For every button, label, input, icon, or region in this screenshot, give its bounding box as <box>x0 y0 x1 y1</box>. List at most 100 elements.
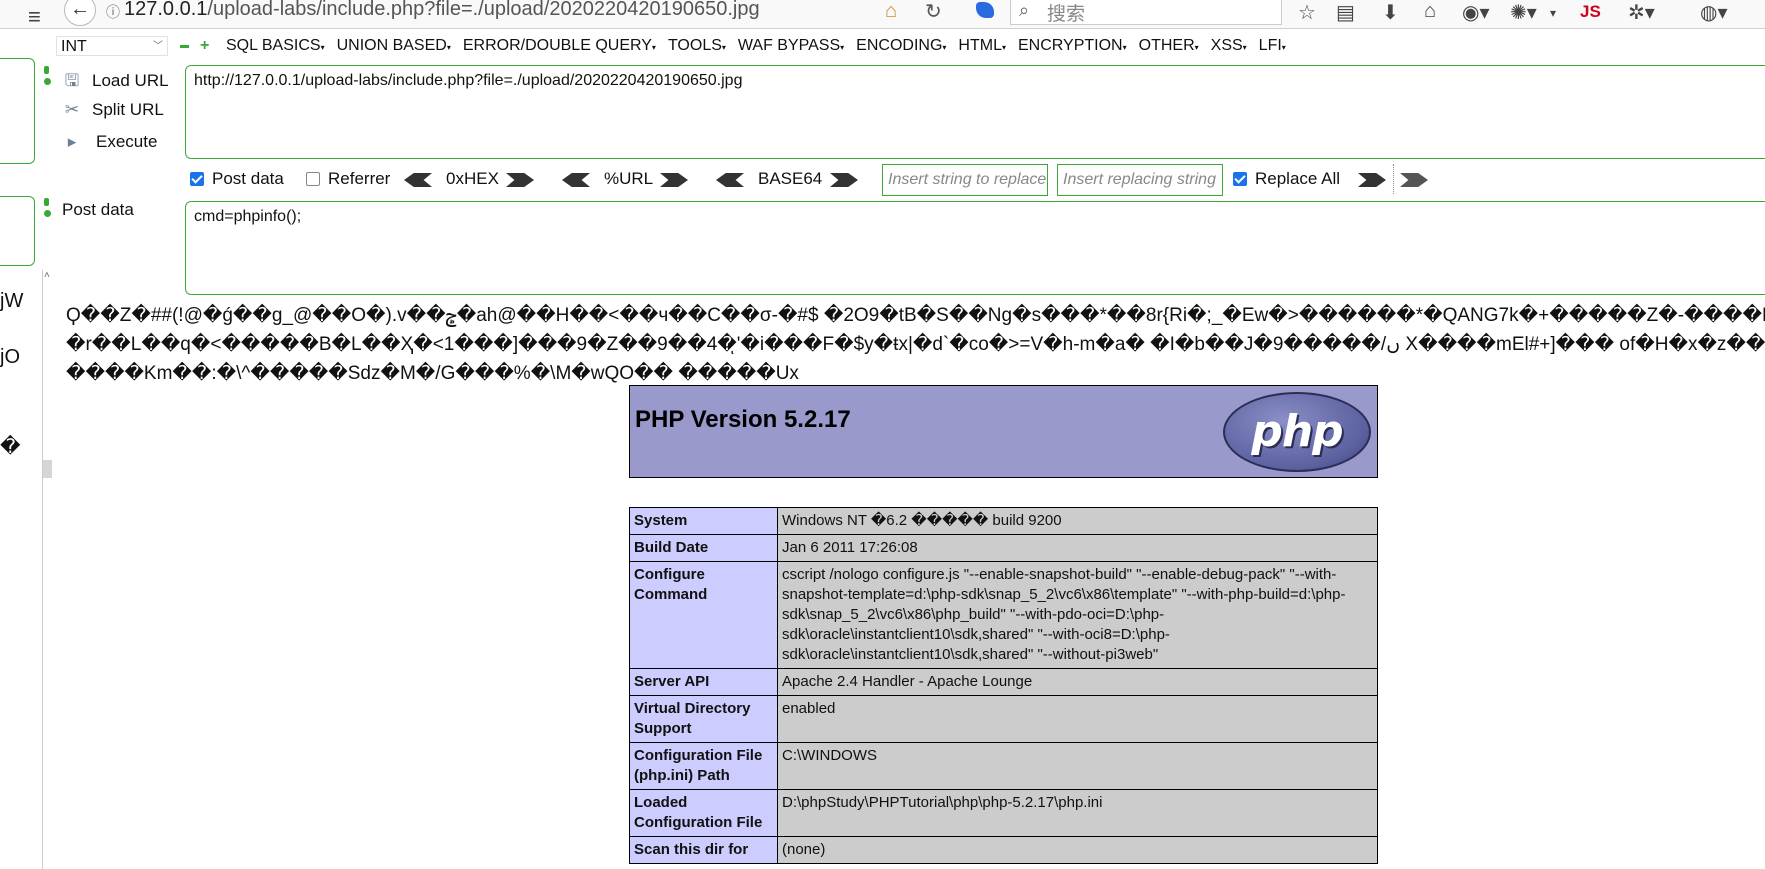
bug-icon[interactable]: ✲▾ <box>1628 0 1655 25</box>
row-key: Loaded Configuration File <box>629 789 778 837</box>
post-grip[interactable] <box>44 198 52 221</box>
chevron-down-icon: ▾ <box>320 43 325 52</box>
addon-icon[interactable]: ◉▾ <box>1462 0 1490 25</box>
replace-all-label: Replace All <box>1255 169 1341 188</box>
split-url-button[interactable]: ✂ Split URL <box>62 100 164 120</box>
phpinfo-header: PHP Version 5.2.17 php <box>629 385 1378 478</box>
row-key: Configure Command <box>629 561 778 669</box>
search-icon: ⌕ <box>1019 0 1030 20</box>
scroll-up-icon[interactable]: ˄ <box>44 270 50 281</box>
hex-encode-arrow-icon[interactable] <box>506 173 534 187</box>
table-row: System Windows NT �6.2 ����� build 9200 <box>629 507 1378 535</box>
row-key: Configuration File (php.ini) Path <box>629 742 778 790</box>
insert-string-input[interactable]: Insert string to replace <box>882 164 1048 196</box>
hackbar-menu-item[interactable]: SQL BASICS▾ <box>226 37 325 55</box>
hackbar-menu-item[interactable]: XSS▾ <box>1211 37 1247 55</box>
load-url-label: Load URL <box>92 71 169 90</box>
hackbar-menu-item[interactable]: LFI▾ <box>1259 37 1286 55</box>
row-key: Scan this dir for <box>629 836 778 864</box>
split-url-label: Split URL <box>92 100 164 119</box>
base64-label: BASE64 <box>758 169 823 188</box>
side-text: јW <box>0 290 24 312</box>
hackbar-menu-item[interactable]: UNION BASED▾ <box>337 37 451 55</box>
scrollbar-thumb[interactable] <box>43 460 52 478</box>
hackbar-menu-item[interactable]: ENCODING▾ <box>856 37 946 55</box>
hex-label: 0xHEX <box>446 169 499 188</box>
referrer-label: Referrer <box>328 169 391 188</box>
base64-encode-arrow-icon[interactable] <box>830 173 858 187</box>
binary-output-line: ����Km��:�\^�����Sdz�M�/G���%�\M�wQO�� �… <box>66 363 799 384</box>
star-icon[interactable]: ☆ <box>1298 0 1316 25</box>
chevron-down-icon: ﹀ <box>153 41 163 52</box>
hex-decode-arrow-icon[interactable] <box>404 173 432 187</box>
menu-icon[interactable]: ≡ <box>28 4 41 30</box>
library-icon[interactable]: ▤ <box>1336 0 1355 25</box>
base64-decode-arrow-icon[interactable] <box>716 173 744 187</box>
chevron-down-icon: ▾ <box>1281 43 1286 52</box>
left-panel-frame <box>0 196 35 266</box>
play-icon: ▸ <box>67 132 77 151</box>
search-placeholder: 搜索 <box>1047 4 1086 25</box>
table-row: Server API Apache 2.4 Handler - Apache Lo… <box>629 668 1378 696</box>
extension-icon[interactable] <box>976 2 994 18</box>
search-input[interactable]: ⌕ 搜索 <box>1010 0 1282 25</box>
int-select[interactable]: INT ﹀ <box>56 36 168 56</box>
hackbar-menu: INT ﹀ + SQL BASICS▾ UNION BASED▾ ERROR/DOU… <box>56 36 1765 58</box>
chevron-down-icon: ▾ <box>1001 43 1006 52</box>
int-select-value: INT <box>61 38 87 55</box>
hackbar-menu-item[interactable]: ENCRYPTION▾ <box>1018 37 1127 55</box>
insert-replacing-input[interactable]: Insert replacing string <box>1057 164 1223 196</box>
scrollbar-track[interactable] <box>42 270 43 869</box>
post-data-checkbox[interactable] <box>190 172 204 186</box>
php-logo[interactable]: php <box>1223 392 1371 472</box>
chevron-down-icon: ▾ <box>942 43 947 52</box>
post-data-label: Post data <box>62 200 134 219</box>
table-row: Build Date Jan 6 2011 17:26:08 <box>629 534 1378 562</box>
hackbar-menu-item[interactable]: WAF BYPASS▾ <box>738 37 844 55</box>
plus-icon[interactable]: + <box>200 38 209 54</box>
hackbar-menu-item[interactable]: HTML▾ <box>958 37 1006 55</box>
home-button-icon[interactable]: ⌂ <box>1424 0 1436 23</box>
replace-arrow-icon[interactable] <box>1358 173 1386 187</box>
php-logo-text: php <box>1251 406 1343 457</box>
hackbar-menu-items: SQL BASICS▾ UNION BASED▾ ERROR/DOUBLE QUER… <box>226 37 1298 55</box>
hackbar-menu-item[interactable]: TOOLS▾ <box>668 37 726 55</box>
url-encode-arrow-icon[interactable] <box>660 173 688 187</box>
post-data-textarea[interactable]: cmd=phpinfo(); <box>185 201 1765 295</box>
back-arrow-icon[interactable]: ← <box>64 0 96 26</box>
replace-all-arrow-icon[interactable] <box>1400 173 1428 187</box>
download-icon[interactable]: ⬇ <box>1382 0 1399 25</box>
home-icon[interactable]: ⌂ <box>885 0 897 23</box>
row-key: Virtual Directory Support <box>629 695 778 743</box>
hackbar-menu-item[interactable]: OTHER▾ <box>1139 37 1199 55</box>
js-icon[interactable]: JS <box>1580 2 1601 22</box>
url-textarea[interactable]: http://127.0.0.1/upload-labs/include.php… <box>185 65 1765 159</box>
chevron-down-icon: ▾ <box>651 43 656 52</box>
row-value: Windows NT �6.2 ����� build 9200 <box>777 507 1378 535</box>
browser-toolbar: ≡ ← ⓘ 127.0.0.1/upload-labs/include.php?… <box>0 0 1765 29</box>
side-text: � <box>0 436 21 458</box>
table-row: Loaded Configuration File D:\phpStudy\PHP… <box>629 789 1378 837</box>
execute-label: Execute <box>96 132 158 151</box>
table-row: Virtual Directory Support enabled <box>629 695 1378 743</box>
address-bar[interactable]: 127.0.0.1/upload-labs/include.php?file=.… <box>124 0 760 21</box>
replace-all-checkbox[interactable] <box>1233 172 1247 186</box>
palette-icon[interactable]: ✺▾ <box>1510 0 1537 25</box>
referrer-checkbox[interactable] <box>306 172 320 186</box>
info-icon[interactable]: ⓘ <box>106 2 120 22</box>
binary-output-line: �r��L��q�<�����B�L��Ҳ�<1���]���9�Z��9��4… <box>66 334 1765 355</box>
binary-output-line: Ϙ��Z�##(ǃ@�ǵ��g_@��O�).v��ݮ�ah@��H��<��ч… <box>66 305 1765 326</box>
row-value: C:\WINDOWS <box>777 742 1378 790</box>
hackbar-grip[interactable] <box>44 66 52 89</box>
divider <box>1393 164 1395 194</box>
reload-icon[interactable]: ↻ <box>925 0 942 24</box>
table-row: Configuration File (php.ini) Path C:\WIND… <box>629 742 1378 790</box>
hackbar-menu-item[interactable]: ERROR/DOUBLE QUERY▾ <box>463 37 656 55</box>
dropdown-icon[interactable]: ▾ <box>1550 6 1556 20</box>
minus-icon[interactable] <box>180 45 189 48</box>
url-decode-arrow-icon[interactable] <box>562 173 590 187</box>
load-url-button[interactable]: 🖫 Load URL <box>62 68 169 97</box>
execute-button[interactable]: ▸ Execute <box>62 132 158 152</box>
overflow-icon[interactable]: ◍▾ <box>1700 0 1728 25</box>
row-value: (none) <box>777 836 1378 864</box>
